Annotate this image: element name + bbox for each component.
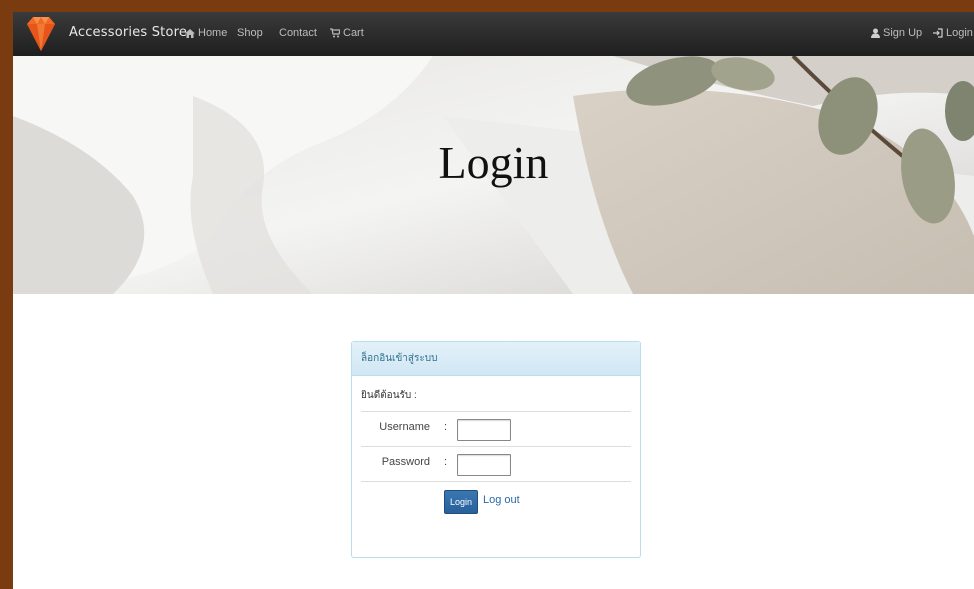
brand-name[interactable]: Accessories Store [69, 25, 187, 40]
home-icon [185, 28, 195, 38]
welcome-text: ยินดีต้อนรับ : [361, 390, 417, 401]
navbar: Accessories Store Home Shop Contact Cart [13, 12, 974, 57]
nav-login[interactable]: Login [933, 27, 973, 39]
nav-shop-label: Shop [237, 27, 263, 39]
nav-home[interactable]: Home [185, 27, 227, 39]
cart-icon [330, 28, 340, 38]
username-input[interactable] [457, 419, 511, 441]
nav-cart[interactable]: Cart [330, 27, 364, 39]
login-button[interactable]: Login [444, 490, 478, 514]
login-panel: ล็อกอินเข้าสู่ระบบ ยินดีต้อนรับ : Userna… [351, 341, 641, 558]
diamond-logo-icon[interactable] [23, 14, 59, 54]
nav-contact[interactable]: Contact [279, 27, 317, 39]
username-label: Username [379, 421, 430, 433]
nav-contact-label: Contact [279, 27, 317, 39]
divider [361, 481, 631, 482]
nav-sign-up[interactable]: Sign Up [871, 27, 922, 39]
nav-sign-up-label: Sign Up [883, 27, 923, 39]
divider [361, 411, 631, 412]
login-panel-heading: ล็อกอินเข้าสู่ระบบ [352, 342, 640, 376]
nav-login-label: Login [946, 27, 973, 39]
user-icon [871, 28, 880, 38]
login-icon [933, 28, 943, 38]
password-label: Password [381, 456, 430, 468]
hero-title: Login [438, 137, 549, 188]
username-colon: : [444, 421, 448, 433]
hero-banner: Login [13, 56, 974, 294]
page: Accessories Store Home Shop Contact Cart [13, 12, 974, 589]
nav-cart-label: Cart [343, 27, 364, 39]
logout-link[interactable]: Log out [483, 494, 520, 506]
password-input[interactable] [457, 454, 511, 476]
nav-shop[interactable]: Shop [237, 27, 263, 39]
nav-home-label: Home [198, 27, 228, 39]
password-colon: : [444, 456, 448, 468]
divider [361, 446, 631, 447]
